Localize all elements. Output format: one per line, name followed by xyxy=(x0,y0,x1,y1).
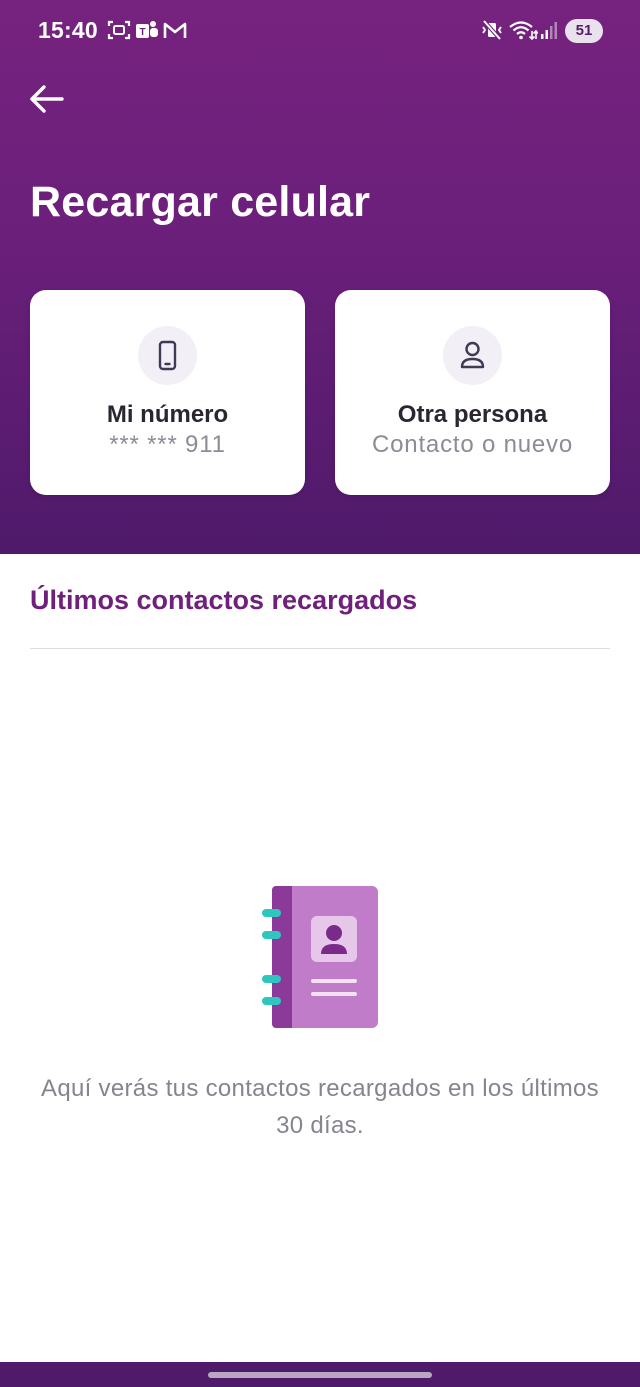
arrow-left-icon xyxy=(30,85,64,113)
option-card-my-number[interactable]: Mi número *** *** 911 xyxy=(30,290,305,495)
svg-text:T: T xyxy=(139,27,145,38)
back-button[interactable] xyxy=(28,82,68,116)
gmail-icon xyxy=(163,22,187,38)
person-icon xyxy=(460,341,485,369)
vibrate-mute-icon xyxy=(482,19,502,41)
smartphone-icon-wrapper xyxy=(138,326,197,385)
option-title: Otra persona xyxy=(397,401,548,428)
recent-contacts-title: Últimos contactos recargados xyxy=(30,585,418,615)
signal-icon xyxy=(541,22,557,39)
navigation-bar xyxy=(0,1362,640,1387)
option-subtitle: Contacto o nuevo xyxy=(372,431,573,458)
option-card-other-person[interactable]: Otra persona Contacto o nuevo xyxy=(335,290,610,495)
status-time: 15:40 xyxy=(38,17,98,43)
empty-state-message: Aquí verás tus contactos recargados en l… xyxy=(41,1075,599,1139)
screenshot-icon xyxy=(107,20,131,40)
page-title: Recargar celular xyxy=(30,178,371,226)
contact-book-icon xyxy=(262,886,378,1028)
person-icon-wrapper xyxy=(443,326,502,385)
battery-indicator: 51 xyxy=(565,19,603,43)
wifi-icon xyxy=(509,21,538,41)
status-bar: 15:40 T 51 xyxy=(0,0,640,62)
divider xyxy=(30,648,610,649)
option-title: Mi número xyxy=(106,401,229,428)
header: 15:40 T 51 Recargar celular Mi número **… xyxy=(0,0,640,554)
smartphone-icon xyxy=(158,340,177,371)
home-indicator[interactable] xyxy=(208,1372,432,1378)
teams-icon: T xyxy=(136,21,158,38)
option-subtitle: *** *** 911 xyxy=(109,431,226,458)
